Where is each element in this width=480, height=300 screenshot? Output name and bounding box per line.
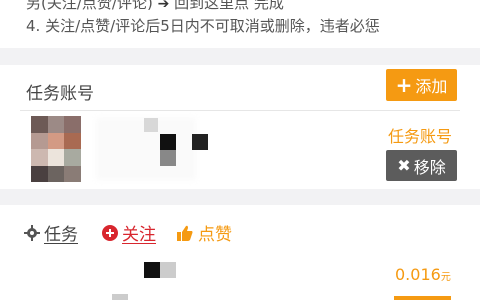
divider	[20, 110, 460, 111]
tab-like-label: 点赞	[198, 225, 232, 245]
plus-icon: +	[395, 73, 413, 97]
redaction-block	[112, 294, 128, 300]
gear-icon	[24, 224, 40, 241]
arrow-icon: ➔	[157, 0, 170, 12]
notice-line-2: 4. 关注/点赞/评论后5日内不可取消或删除，违者必惩	[26, 17, 380, 35]
notice-card: 另(关注/点赞/评论) ➔ 回到这里点 完成 4. 关注/点赞/评论后5日内不可…	[0, 0, 480, 48]
redaction-block	[144, 262, 160, 278]
thumbs-up-icon	[176, 224, 194, 242]
redaction-block	[160, 262, 176, 278]
task-account-title: 任务账号	[26, 84, 94, 104]
add-account-label: 添加	[415, 77, 448, 96]
redaction-block	[192, 134, 208, 150]
redaction-block	[160, 150, 176, 166]
task-price: 0.016元	[395, 265, 451, 284]
remove-account-label: 移除	[413, 157, 446, 177]
task-account-link[interactable]: 任务账号	[388, 123, 452, 147]
task-card: 任务 关注 点赞	[0, 205, 480, 300]
notice-line-1: 另(关注/点赞/评论) ➔ 回到这里点 完成	[26, 0, 284, 13]
close-icon: ✖	[397, 156, 411, 175]
price-value: 0.016	[395, 265, 441, 284]
price-unit: 元	[440, 272, 451, 283]
plus-circle-icon	[102, 224, 118, 241]
tab-follow-label: 关注	[122, 225, 156, 245]
redaction-block	[144, 118, 158, 132]
remove-account-button[interactable]: ✖ 移除	[386, 150, 457, 181]
tab-task-label: 任务	[44, 225, 78, 245]
action-button-partial[interactable]	[394, 296, 451, 300]
tab-task[interactable]: 任务	[24, 220, 78, 245]
tab-like[interactable]: 点赞	[176, 220, 232, 245]
avatar	[31, 116, 81, 182]
notice-line-1-text: 另(关注/点赞/评论)	[26, 0, 153, 12]
notice-line-1-tail: 回到这里点 完成	[174, 0, 284, 12]
tab-follow[interactable]: 关注	[102, 220, 156, 245]
redaction-block	[160, 134, 176, 150]
add-account-button[interactable]: + 添加	[386, 69, 457, 101]
